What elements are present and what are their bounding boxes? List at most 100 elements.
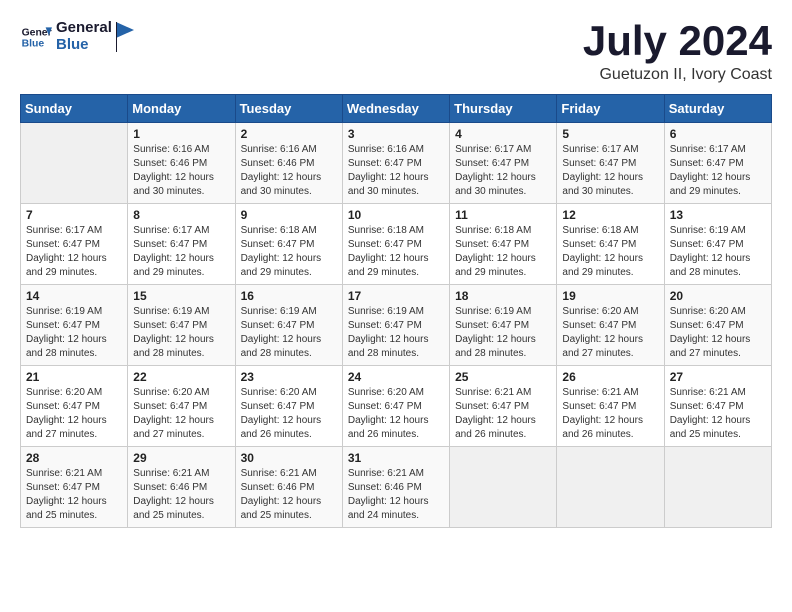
day-number: 30 [241, 451, 337, 465]
day-info: Sunrise: 6:19 AM Sunset: 6:47 PM Dayligh… [26, 305, 122, 361]
day-number: 9 [241, 208, 337, 222]
day-number: 24 [348, 370, 444, 384]
calendar-cell: 24 Sunrise: 6:20 AM Sunset: 6:47 PM Dayl… [342, 366, 449, 447]
day-number: 11 [455, 208, 551, 222]
calendar-cell: 19 Sunrise: 6:20 AM Sunset: 6:47 PM Dayl… [557, 285, 664, 366]
day-number: 2 [241, 127, 337, 141]
calendar-cell: 26 Sunrise: 6:21 AM Sunset: 6:47 PM Dayl… [557, 366, 664, 447]
day-info: Sunrise: 6:18 AM Sunset: 6:47 PM Dayligh… [241, 224, 337, 280]
calendar-cell: 28 Sunrise: 6:21 AM Sunset: 6:47 PM Dayl… [21, 447, 128, 528]
day-info: Sunrise: 6:16 AM Sunset: 6:46 PM Dayligh… [241, 143, 337, 199]
day-info: Sunrise: 6:20 AM Sunset: 6:47 PM Dayligh… [26, 386, 122, 442]
calendar-subtitle: Guetuzon II, Ivory Coast [583, 66, 772, 84]
day-number: 14 [26, 289, 122, 303]
calendar-cell: 16 Sunrise: 6:19 AM Sunset: 6:47 PM Dayl… [235, 285, 342, 366]
day-info: Sunrise: 6:20 AM Sunset: 6:47 PM Dayligh… [348, 386, 444, 442]
calendar-cell: 20 Sunrise: 6:20 AM Sunset: 6:47 PM Dayl… [664, 285, 771, 366]
calendar-cell: 31 Sunrise: 6:21 AM Sunset: 6:46 PM Dayl… [342, 447, 449, 528]
page-header: General Blue General Blue July 2024 Guet… [20, 20, 772, 84]
day-number: 18 [455, 289, 551, 303]
weekday-header-wednesday: Wednesday [342, 95, 449, 123]
day-info: Sunrise: 6:17 AM Sunset: 6:47 PM Dayligh… [26, 224, 122, 280]
calendar-cell: 23 Sunrise: 6:20 AM Sunset: 6:47 PM Dayl… [235, 366, 342, 447]
weekday-header-monday: Monday [128, 95, 235, 123]
calendar-cell: 8 Sunrise: 6:17 AM Sunset: 6:47 PM Dayli… [128, 204, 235, 285]
calendar-title: July 2024 [583, 20, 772, 62]
day-number: 27 [670, 370, 766, 384]
day-number: 8 [133, 208, 229, 222]
calendar-cell: 3 Sunrise: 6:16 AM Sunset: 6:47 PM Dayli… [342, 123, 449, 204]
calendar-cell [21, 123, 128, 204]
svg-text:Blue: Blue [22, 38, 45, 49]
calendar-cell: 14 Sunrise: 6:19 AM Sunset: 6:47 PM Dayl… [21, 285, 128, 366]
day-number: 1 [133, 127, 229, 141]
day-number: 22 [133, 370, 229, 384]
day-info: Sunrise: 6:17 AM Sunset: 6:47 PM Dayligh… [455, 143, 551, 199]
calendar-cell: 29 Sunrise: 6:21 AM Sunset: 6:46 PM Dayl… [128, 447, 235, 528]
day-number: 5 [562, 127, 658, 141]
day-number: 10 [348, 208, 444, 222]
calendar-cell: 10 Sunrise: 6:18 AM Sunset: 6:47 PM Dayl… [342, 204, 449, 285]
day-info: Sunrise: 6:19 AM Sunset: 6:47 PM Dayligh… [133, 305, 229, 361]
day-info: Sunrise: 6:21 AM Sunset: 6:47 PM Dayligh… [562, 386, 658, 442]
day-info: Sunrise: 6:19 AM Sunset: 6:47 PM Dayligh… [348, 305, 444, 361]
day-number: 20 [670, 289, 766, 303]
calendar-cell: 9 Sunrise: 6:18 AM Sunset: 6:47 PM Dayli… [235, 204, 342, 285]
calendar-cell: 18 Sunrise: 6:19 AM Sunset: 6:47 PM Dayl… [450, 285, 557, 366]
logo-general: General [56, 20, 112, 37]
weekday-header-saturday: Saturday [664, 95, 771, 123]
day-number: 17 [348, 289, 444, 303]
logo: General Blue General Blue [20, 20, 136, 53]
day-info: Sunrise: 6:18 AM Sunset: 6:47 PM Dayligh… [455, 224, 551, 280]
day-info: Sunrise: 6:18 AM Sunset: 6:47 PM Dayligh… [562, 224, 658, 280]
day-info: Sunrise: 6:20 AM Sunset: 6:47 PM Dayligh… [670, 305, 766, 361]
day-number: 3 [348, 127, 444, 141]
weekday-header-thursday: Thursday [450, 95, 557, 123]
calendar-cell: 7 Sunrise: 6:17 AM Sunset: 6:47 PM Dayli… [21, 204, 128, 285]
day-info: Sunrise: 6:17 AM Sunset: 6:47 PM Dayligh… [562, 143, 658, 199]
calendar-week-row: 14 Sunrise: 6:19 AM Sunset: 6:47 PM Dayl… [21, 285, 772, 366]
logo-flag-icon [116, 22, 136, 52]
calendar-week-row: 7 Sunrise: 6:17 AM Sunset: 6:47 PM Dayli… [21, 204, 772, 285]
calendar-cell: 1 Sunrise: 6:16 AM Sunset: 6:46 PM Dayli… [128, 123, 235, 204]
day-number: 28 [26, 451, 122, 465]
day-number: 19 [562, 289, 658, 303]
calendar-cell: 30 Sunrise: 6:21 AM Sunset: 6:46 PM Dayl… [235, 447, 342, 528]
calendar-cell [450, 447, 557, 528]
day-info: Sunrise: 6:19 AM Sunset: 6:47 PM Dayligh… [455, 305, 551, 361]
calendar-cell: 27 Sunrise: 6:21 AM Sunset: 6:47 PM Dayl… [664, 366, 771, 447]
day-info: Sunrise: 6:20 AM Sunset: 6:47 PM Dayligh… [133, 386, 229, 442]
day-number: 31 [348, 451, 444, 465]
day-number: 15 [133, 289, 229, 303]
day-info: Sunrise: 6:21 AM Sunset: 6:47 PM Dayligh… [26, 467, 122, 523]
calendar-cell: 11 Sunrise: 6:18 AM Sunset: 6:47 PM Dayl… [450, 204, 557, 285]
day-number: 29 [133, 451, 229, 465]
calendar-table: SundayMondayTuesdayWednesdayThursdayFrid… [20, 94, 772, 528]
calendar-week-row: 28 Sunrise: 6:21 AM Sunset: 6:47 PM Dayl… [21, 447, 772, 528]
calendar-cell: 21 Sunrise: 6:20 AM Sunset: 6:47 PM Dayl… [21, 366, 128, 447]
calendar-cell: 12 Sunrise: 6:18 AM Sunset: 6:47 PM Dayl… [557, 204, 664, 285]
calendar-cell [557, 447, 664, 528]
calendar-cell: 6 Sunrise: 6:17 AM Sunset: 6:47 PM Dayli… [664, 123, 771, 204]
day-info: Sunrise: 6:21 AM Sunset: 6:46 PM Dayligh… [133, 467, 229, 523]
day-number: 7 [26, 208, 122, 222]
weekday-header-row: SundayMondayTuesdayWednesdayThursdayFrid… [21, 95, 772, 123]
day-number: 4 [455, 127, 551, 141]
day-number: 23 [241, 370, 337, 384]
calendar-cell: 13 Sunrise: 6:19 AM Sunset: 6:47 PM Dayl… [664, 204, 771, 285]
calendar-cell: 25 Sunrise: 6:21 AM Sunset: 6:47 PM Dayl… [450, 366, 557, 447]
day-info: Sunrise: 6:20 AM Sunset: 6:47 PM Dayligh… [562, 305, 658, 361]
day-number: 21 [26, 370, 122, 384]
day-info: Sunrise: 6:17 AM Sunset: 6:47 PM Dayligh… [133, 224, 229, 280]
weekday-header-friday: Friday [557, 95, 664, 123]
logo-blue: Blue [56, 37, 112, 54]
calendar-week-row: 21 Sunrise: 6:20 AM Sunset: 6:47 PM Dayl… [21, 366, 772, 447]
day-info: Sunrise: 6:19 AM Sunset: 6:47 PM Dayligh… [241, 305, 337, 361]
weekday-header-tuesday: Tuesday [235, 95, 342, 123]
day-info: Sunrise: 6:18 AM Sunset: 6:47 PM Dayligh… [348, 224, 444, 280]
day-number: 26 [562, 370, 658, 384]
day-info: Sunrise: 6:21 AM Sunset: 6:46 PM Dayligh… [241, 467, 337, 523]
day-info: Sunrise: 6:19 AM Sunset: 6:47 PM Dayligh… [670, 224, 766, 280]
title-block: July 2024 Guetuzon II, Ivory Coast [583, 20, 772, 84]
day-number: 12 [562, 208, 658, 222]
